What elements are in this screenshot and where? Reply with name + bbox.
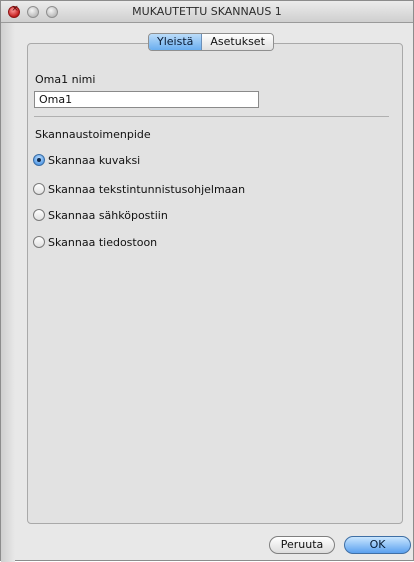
radio-option-label: Skannaa sähköpostiin (48, 208, 168, 222)
radio-icon[interactable] (33, 236, 45, 248)
section-divider (34, 116, 389, 117)
window-left-edge (1, 23, 15, 562)
tab-yleista[interactable]: Yleistä (149, 34, 203, 50)
radio-option-scan-to-image[interactable]: Skannaa kuvaksi (33, 152, 140, 168)
radio-option-label: Skannaa kuvaksi (48, 153, 141, 167)
scan-action-label: Skannaustoimenpide (35, 128, 151, 141)
radio-icon[interactable] (33, 209, 45, 221)
ok-button[interactable]: OK (344, 536, 411, 554)
window-title: MUKAUTETTU SKANNAUS 1 (132, 5, 282, 18)
tab-bar: Yleistä Asetukset (148, 33, 274, 51)
radio-selected-icon[interactable] (33, 154, 45, 166)
name-field-label: Oma1 nimi (35, 73, 96, 86)
radio-option-label: Skannaa tiedostoon (48, 235, 158, 249)
name-input[interactable] (34, 91, 259, 108)
radio-option-scan-to-ocr[interactable]: Skannaa tekstintunnistusohjelmaan (33, 181, 245, 197)
cancel-button[interactable]: Peruuta (269, 536, 335, 554)
radio-option-label: Skannaa tekstintunnistusohjelmaan (48, 182, 246, 196)
title-bar: × MUKAUTETTU SKANNAUS 1 (1, 1, 413, 23)
radio-option-scan-to-file[interactable]: Skannaa tiedostoon (33, 234, 157, 250)
radio-option-scan-to-email[interactable]: Skannaa sähköpostiin (33, 207, 168, 223)
tab-asetukset[interactable]: Asetukset (202, 34, 273, 50)
radio-icon[interactable] (33, 183, 45, 195)
dialog-window: × MUKAUTETTU SKANNAUS 1 Yleistä Asetukse… (0, 0, 414, 562)
